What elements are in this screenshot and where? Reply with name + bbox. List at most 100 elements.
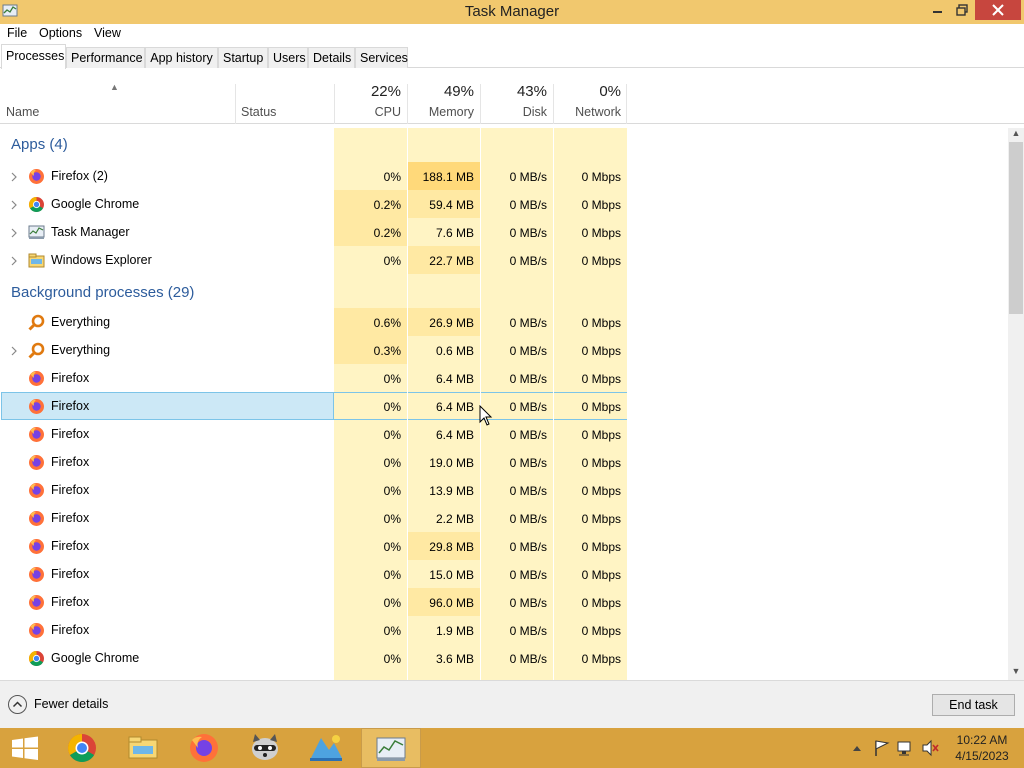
scroll-down-icon[interactable]: ▼ <box>1008 666 1024 680</box>
process-row[interactable]: Task Manager 0.2% 7.6 MB 0 MB/s 0 Mbps <box>0 218 627 246</box>
process-row[interactable]: Everything 0.3% 0.6 MB 0 MB/s 0 Mbps <box>0 336 627 364</box>
process-name: Firefox <box>51 511 90 525</box>
column-status[interactable]: Status <box>235 68 334 124</box>
process-disk-value: 0 MB/s <box>480 588 553 616</box>
tab-users[interactable]: Users <box>268 47 308 68</box>
process-row[interactable]: Firefox 0% 15.0 MB 0 MB/s 0 Mbps <box>0 560 627 588</box>
paint-app-icon <box>310 735 342 761</box>
process-cpu-value: 0.3% <box>334 336 407 364</box>
process-row[interactable]: Firefox (2) 0% 188.1 MB 0 MB/s 0 Mbps <box>0 162 627 190</box>
process-network-value: 0 Mbps <box>553 336 627 364</box>
start-button[interactable] <box>0 728 50 768</box>
taskbar-task-manager[interactable] <box>361 728 421 768</box>
process-row[interactable]: Firefox 0% 6.4 MB 0 MB/s 0 Mbps <box>0 420 627 448</box>
process-memory-value: 1.9 MB <box>407 616 480 644</box>
title-bar[interactable]: Task Manager <box>0 0 1024 24</box>
process-name: Google Chrome <box>51 651 140 665</box>
clock[interactable]: 10:22 AM 4/15/2023 <box>948 732 1016 764</box>
process-network-value: 0 Mbps <box>553 532 627 560</box>
vertical-scrollbar[interactable]: ▲ ▼ <box>1008 128 1024 680</box>
taskbar-firefox[interactable] <box>174 728 234 768</box>
file-explorer-icon <box>128 736 158 759</box>
expand-chevron-icon[interactable] <box>10 171 18 182</box>
expand-chevron-icon[interactable] <box>10 227 18 238</box>
group-title: Background processes (29) <box>11 284 195 301</box>
process-network-value: 0 Mbps <box>553 504 627 532</box>
process-row[interactable]: Firefox 0% 13.9 MB 0 MB/s 0 Mbps <box>0 476 627 504</box>
process-row[interactable]: Everything 0.6% 26.9 MB 0 MB/s 0 Mbps <box>0 308 627 336</box>
explorer-icon <box>28 252 45 269</box>
scroll-up-icon[interactable]: ▲ <box>1008 128 1024 142</box>
taskbar-file-explorer[interactable] <box>113 728 173 768</box>
process-disk-value: 0 MB/s <box>480 560 553 588</box>
firefox-icon <box>28 426 45 443</box>
taskbar-chrome[interactable] <box>52 728 112 768</box>
process-disk-value: 0 MB/s <box>480 532 553 560</box>
process-memory-value: 22.7 MB <box>407 246 480 274</box>
column-memory[interactable]: 49% Memory <box>407 68 480 124</box>
tab-performance[interactable]: Performance <box>66 47 145 68</box>
process-row[interactable]: Firefox 0% 96.0 MB 0 MB/s 0 Mbps <box>0 588 627 616</box>
menu-view[interactable]: View <box>94 26 121 40</box>
show-hidden-icons-button[interactable] <box>850 728 864 768</box>
process-disk-value: 0 MB/s <box>480 616 553 644</box>
minimize-button[interactable] <box>925 0 949 22</box>
process-network-value: 0 Mbps <box>553 218 627 246</box>
tab-startup[interactable]: Startup <box>218 47 268 68</box>
taskbar-paint-app[interactable] <box>296 728 356 768</box>
process-disk-value: 0 MB/s <box>480 308 553 336</box>
process-cpu-value: 0% <box>334 162 407 190</box>
tab-app-history[interactable]: App history <box>145 47 218 68</box>
column-network[interactable]: 0% Network <box>553 68 627 124</box>
network-button[interactable] <box>896 728 916 768</box>
process-row[interactable]: Firefox 0% 29.8 MB 0 MB/s 0 Mbps <box>0 532 627 560</box>
process-row[interactable]: Windows Explorer 0% 22.7 MB 0 MB/s 0 Mbps <box>0 246 627 274</box>
tab-services[interactable]: Services <box>355 47 408 68</box>
restore-button[interactable] <box>950 0 974 22</box>
volume-button[interactable] <box>920 728 940 768</box>
process-row[interactable]: Firefox 0% 2.2 MB 0 MB/s 0 Mbps <box>0 504 627 532</box>
expand-chevron-icon[interactable] <box>10 255 18 266</box>
chevron-up-circle-icon <box>8 695 27 714</box>
taskbar-raccoon-app[interactable] <box>235 728 295 768</box>
process-row[interactable]: Firefox 0% 6.4 MB 0 MB/s 0 Mbps <box>0 392 627 420</box>
action-center-button[interactable] <box>872 728 892 768</box>
process-name: Firefox <box>51 483 90 497</box>
tab-details[interactable]: Details <box>308 47 355 68</box>
column-cpu[interactable]: 22% CPU <box>334 68 407 124</box>
process-memory-value: 188.1 MB <box>407 162 480 190</box>
process-cpu-value: 0.2% <box>334 190 407 218</box>
process-disk-value: 0 MB/s <box>480 246 553 274</box>
process-row[interactable]: Firefox 0% 6.4 MB 0 MB/s 0 Mbps <box>0 364 627 392</box>
process-row[interactable]: Firefox 0% 19.0 MB 0 MB/s 0 Mbps <box>0 448 627 476</box>
process-network-value: 0 Mbps <box>553 448 627 476</box>
scrollbar-thumb[interactable] <box>1009 142 1023 314</box>
process-disk-value: 0 MB/s <box>480 644 553 672</box>
tab-processes[interactable]: Processes <box>1 44 66 69</box>
column-disk[interactable]: 43% Disk <box>480 68 553 124</box>
process-disk-value: 0 MB/s <box>480 364 553 392</box>
process-row[interactable]: Firefox 0% 1.9 MB 0 MB/s 0 Mbps <box>0 616 627 644</box>
process-memory-value: 2.2 MB <box>407 504 480 532</box>
menu-options[interactable]: Options <box>39 26 82 40</box>
process-list[interactable]: Apps (4) Firefox (2) 0% 188.1 MB 0 MB/s 0 Mbp… <box>0 128 1008 680</box>
expand-chevron-icon[interactable] <box>10 199 18 210</box>
window-title: Task Manager <box>464 3 560 20</box>
close-button[interactable] <box>975 0 1021 20</box>
menu-bar: File Options View <box>0 24 1024 44</box>
column-divider <box>480 128 481 680</box>
process-memory-value: 7.6 MB <box>407 218 480 246</box>
group-header-apps[interactable]: Apps (4) <box>0 128 627 162</box>
group-header-background[interactable]: Background processes (29) <box>0 276 627 310</box>
process-row[interactable]: Google Chrome 0% 3.6 MB 0 MB/s 0 Mbps <box>0 644 627 672</box>
group-title: Apps (4) <box>11 136 68 153</box>
minimize-icon <box>933 11 942 13</box>
end-task-button[interactable]: End task <box>932 694 1015 716</box>
column-memory-label: Memory <box>428 105 474 119</box>
network-total: 0% <box>599 83 621 100</box>
process-row[interactable]: Google Chrome 0.2% 59.4 MB 0 MB/s 0 Mbps <box>0 190 627 218</box>
process-network-value: 0 Mbps <box>553 364 627 392</box>
expand-chevron-icon[interactable] <box>10 345 18 356</box>
menu-file[interactable]: File <box>7 26 27 40</box>
column-name[interactable]: ▲ Name <box>0 68 235 124</box>
